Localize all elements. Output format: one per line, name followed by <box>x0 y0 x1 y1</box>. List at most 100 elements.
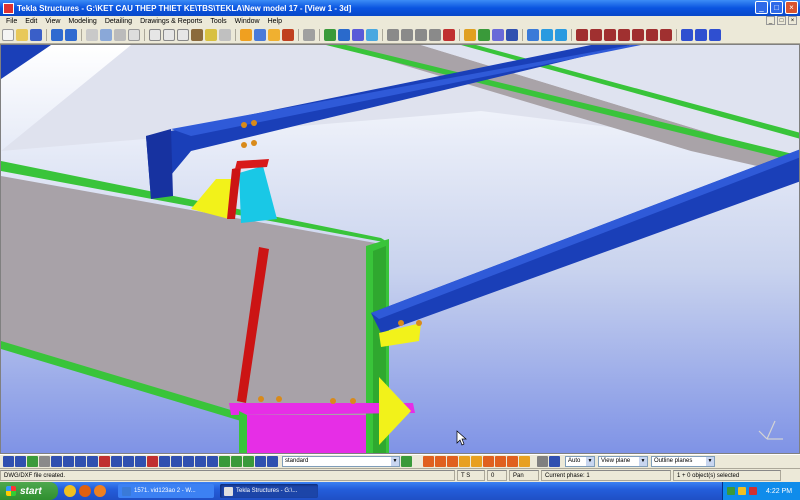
save-icon[interactable] <box>30 29 42 41</box>
select-parts-icon[interactable] <box>27 456 38 467</box>
plate-icon[interactable] <box>254 29 266 41</box>
messenger-icon[interactable] <box>64 485 76 497</box>
taskbar-item-tekla[interactable]: Tekla Structures - G:\... <box>220 484 318 498</box>
snap-end-icon[interactable] <box>576 29 588 41</box>
grid-view-icon[interactable] <box>177 29 189 41</box>
select-filter2-icon[interactable] <box>267 456 278 467</box>
weld-icon[interactable] <box>268 29 280 41</box>
snap-grid-icon[interactable] <box>549 456 560 467</box>
select-loads-icon[interactable] <box>207 456 218 467</box>
new-model-icon[interactable] <box>2 29 14 41</box>
clock[interactable]: 4:22 PM <box>766 488 792 495</box>
firefox-icon[interactable] <box>94 485 106 497</box>
menu-window[interactable]: Window <box>231 18 264 25</box>
wireframe-icon[interactable] <box>555 29 567 41</box>
menu-help[interactable]: Help <box>264 18 286 25</box>
cut-icon[interactable] <box>443 29 455 41</box>
snap-center-icon[interactable] <box>471 456 482 467</box>
rebar-icon[interactable] <box>303 29 315 41</box>
shading-icon[interactable] <box>541 29 553 41</box>
menu-drawings-reports[interactable]: Drawings & Reports <box>136 18 206 25</box>
distance-icon[interactable] <box>415 29 427 41</box>
security-icon[interactable] <box>749 487 757 495</box>
select-points-icon[interactable] <box>15 456 26 467</box>
angle-icon[interactable] <box>429 29 441 41</box>
select-components-icon[interactable] <box>135 456 146 467</box>
snap-nearest-icon[interactable] <box>646 29 658 41</box>
menu-detailing[interactable]: Detailing <box>101 18 136 25</box>
clash-check-icon[interactable] <box>366 29 378 41</box>
close-button[interactable]: × <box>785 1 798 14</box>
browser-icon[interactable] <box>79 485 91 497</box>
select-bolt-groups-icon[interactable] <box>195 456 206 467</box>
drawing-icon[interactable] <box>464 29 476 41</box>
snap-free-icon[interactable] <box>660 29 672 41</box>
snap-mid-icon[interactable] <box>590 29 602 41</box>
select-filter-icon[interactable] <box>255 456 266 467</box>
snap-mid-points-icon[interactable] <box>483 456 494 467</box>
taskbar-item-word[interactable]: 1571. vid123ao 2 - W... <box>118 484 214 498</box>
select-nested-icon[interactable] <box>171 456 182 467</box>
select-surface-icon[interactable] <box>39 456 50 467</box>
snap-line-icon[interactable] <box>632 29 644 41</box>
mdi-close-button[interactable]: × <box>788 16 797 25</box>
select-grids-icon[interactable] <box>99 456 110 467</box>
snap-points-icon[interactable] <box>447 456 458 467</box>
render-icon[interactable] <box>527 29 539 41</box>
snap-perpendicular-icon[interactable] <box>618 29 630 41</box>
snap-end-points-icon[interactable] <box>459 456 470 467</box>
snap-intersection-icon[interactable] <box>604 29 616 41</box>
mirror-icon[interactable] <box>114 29 126 41</box>
select-rebar-icon[interactable] <box>183 456 194 467</box>
mdi-minimize-button[interactable]: _ <box>766 16 775 25</box>
menu-edit[interactable]: Edit <box>21 18 41 25</box>
component-catalog-icon[interactable] <box>338 29 350 41</box>
measure-icon[interactable] <box>387 29 399 41</box>
part-icon[interactable] <box>240 29 252 41</box>
menu-view[interactable]: View <box>41 18 64 25</box>
snap-override-icon[interactable] <box>537 456 548 467</box>
mdi-restore-button[interactable]: □ <box>777 16 786 25</box>
snap-intersect-icon[interactable] <box>495 456 506 467</box>
maximize-button[interactable]: □ <box>770 1 783 14</box>
network-icon[interactable] <box>727 487 735 495</box>
workplane-icon[interactable] <box>191 29 203 41</box>
move-icon[interactable] <box>100 29 112 41</box>
select-object-icon[interactable] <box>695 29 707 41</box>
bolt-icon[interactable] <box>282 29 294 41</box>
report-icon[interactable] <box>478 29 490 41</box>
copy-icon[interactable] <box>86 29 98 41</box>
select-objects-icon[interactable] <box>159 456 170 467</box>
select-area-icon[interactable] <box>128 29 140 41</box>
select-assembly-icon[interactable] <box>709 29 721 41</box>
select-snap-icon[interactable] <box>219 456 230 467</box>
select-all-icon[interactable] <box>3 456 14 467</box>
dimension-icon[interactable] <box>401 29 413 41</box>
selection-filter-combo[interactable]: standard ▼ <box>282 456 400 467</box>
redo-icon[interactable] <box>65 29 77 41</box>
assembly-icon[interactable] <box>352 29 364 41</box>
select-reinforcement-icon[interactable] <box>123 456 134 467</box>
undo-icon[interactable] <box>51 29 63 41</box>
volume-icon[interactable] <box>738 487 746 495</box>
select-snap2-icon[interactable] <box>231 456 242 467</box>
select-snap3-icon[interactable] <box>243 456 254 467</box>
select-cuts-icon[interactable] <box>63 456 74 467</box>
snap-extension-icon[interactable] <box>519 456 530 467</box>
select-pointer-icon[interactable] <box>681 29 693 41</box>
menu-tools[interactable]: Tools <box>206 18 230 25</box>
menu-file[interactable]: File <box>2 18 21 25</box>
select-planes-icon[interactable] <box>111 456 122 467</box>
view-icon[interactable] <box>149 29 161 41</box>
select-views-icon[interactable] <box>75 456 86 467</box>
numbering-icon[interactable] <box>492 29 504 41</box>
snap-mode-combo[interactable]: Auto ▼ <box>565 456 595 467</box>
filter-settings-icon[interactable] <box>401 456 412 467</box>
menu-modeling[interactable]: Modeling <box>64 18 100 25</box>
minimize-button[interactable]: _ <box>755 1 768 14</box>
open-model-icon[interactable] <box>16 29 28 41</box>
zoom-icon[interactable] <box>219 29 231 41</box>
select-welds-icon[interactable] <box>51 456 62 467</box>
layout-icon[interactable] <box>506 29 518 41</box>
clip-plane-icon[interactable] <box>205 29 217 41</box>
